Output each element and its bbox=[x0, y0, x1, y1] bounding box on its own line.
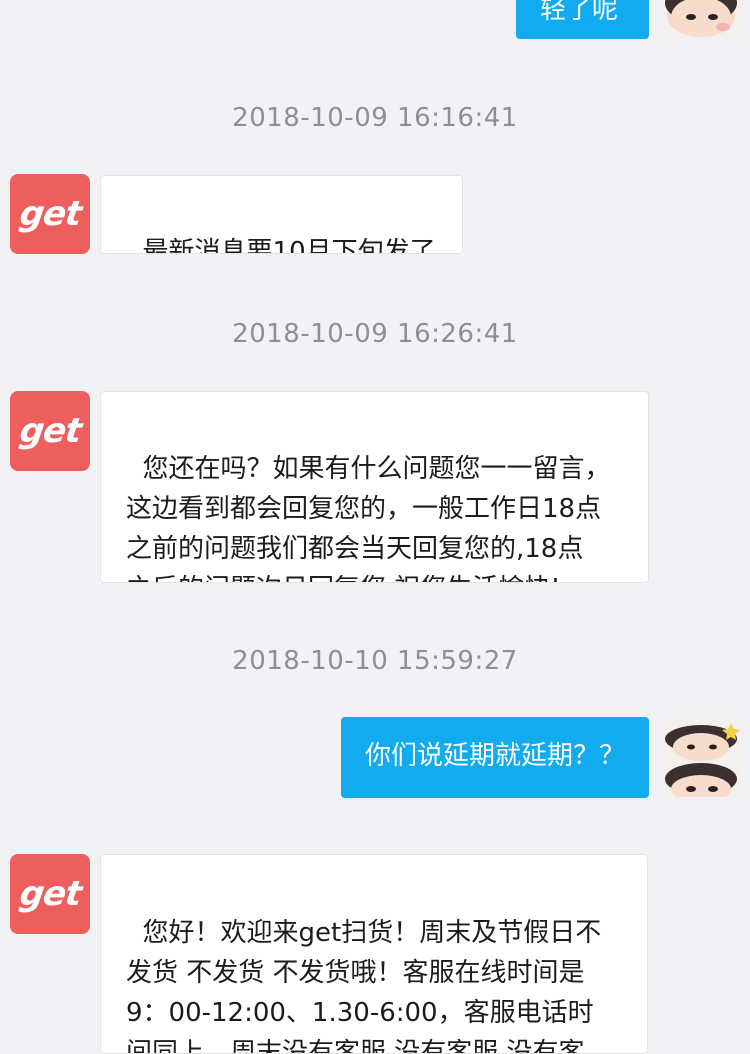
message-text: 轻了呢 bbox=[540, 0, 619, 25]
get-avatar[interactable]: get bbox=[10, 174, 90, 254]
user-avatar[interactable] bbox=[661, 0, 741, 39]
message-timestamp: 2018-10-09 16:16:41 bbox=[232, 103, 518, 133]
message-text: 您好！欢迎来get扫货！周末及节假日不 发货 不发货 不发货哦！客服在线时间是 … bbox=[126, 918, 602, 1054]
message-timestamp: 2018-10-10 15:59:27 bbox=[232, 646, 518, 676]
get-logo-icon: get bbox=[16, 411, 84, 451]
message-text: 您还在吗？如果有什么问题您一一留言， 这边看到都会回复您的，一般工作日18点 之… bbox=[126, 454, 611, 582]
get-avatar[interactable]: get bbox=[10, 391, 90, 471]
get-logo-icon: get bbox=[16, 874, 84, 914]
outgoing-message-bubble[interactable]: 轻了呢 bbox=[516, 0, 649, 39]
incoming-message-bubble[interactable]: 您还在吗？如果有什么问题您一一留言， 这边看到都会回复您的，一般工作日18点 之… bbox=[100, 391, 649, 583]
outgoing-message-bubble[interactable]: 你们说延期就延期？？ bbox=[340, 717, 649, 798]
message-text: 最新消息要10月下旬发了 bbox=[142, 237, 436, 254]
user-photo-avatar bbox=[661, 717, 741, 797]
message-text: 你们说延期就延期？？ bbox=[364, 741, 625, 771]
user-photo-avatar bbox=[661, 0, 741, 39]
user-avatar[interactable] bbox=[661, 717, 741, 797]
message-timestamp: 2018-10-09 16:26:41 bbox=[232, 319, 518, 349]
incoming-message-bubble[interactable]: 您好！欢迎来get扫货！周末及节假日不 发货 不发货 不发货哦！客服在线时间是 … bbox=[100, 854, 648, 1054]
get-avatar[interactable]: get bbox=[10, 854, 90, 934]
incoming-message-bubble[interactable]: 最新消息要10月下旬发了 bbox=[100, 175, 463, 254]
get-logo-icon: get bbox=[16, 194, 84, 234]
